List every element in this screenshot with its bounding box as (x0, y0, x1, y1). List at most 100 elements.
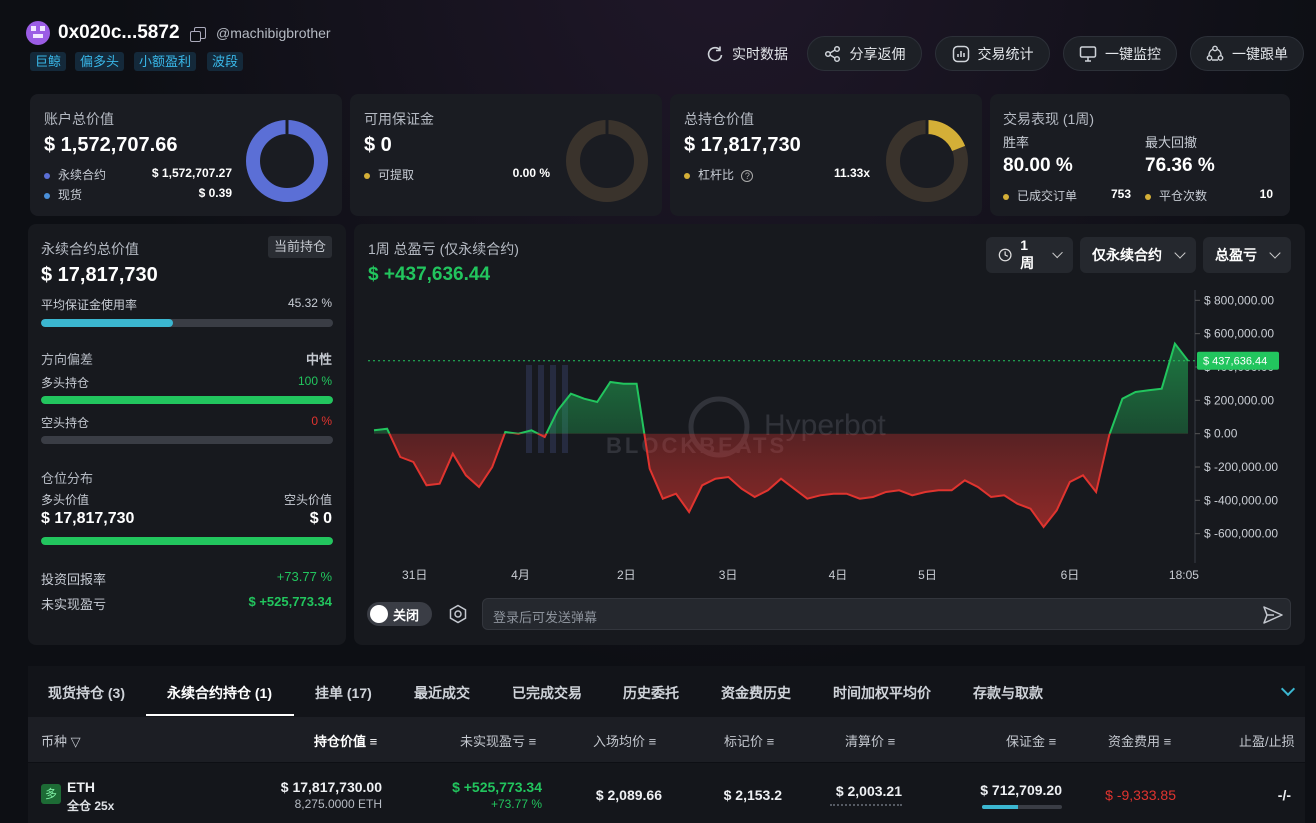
account-value: $ 1,572,707.66 (44, 134, 178, 156)
col-entry-label: 入场均价 (593, 734, 646, 749)
share-referral-button[interactable]: 分享返佣 (807, 36, 922, 71)
sort-icon: ≡ (766, 734, 775, 749)
long-value-label: 多头价值 (41, 493, 90, 507)
x-tick-label: 6日 (1061, 568, 1080, 580)
x-tick-label: 18:05 (1169, 568, 1199, 580)
copy-trade-label: 一键跟单 (1232, 45, 1288, 62)
filter-icon[interactable]: ▽ (71, 734, 81, 749)
chevron-down-icon (1174, 247, 1186, 259)
tab-open-orders[interactable]: 挂单 (17) (315, 683, 372, 703)
col-liq[interactable]: 清算价 ≡ (845, 731, 895, 750)
col-mark[interactable]: 标记价 ≡ (724, 731, 774, 750)
tab-spot-holdings[interactable]: 现货持仓 (3) (48, 683, 125, 703)
row-margin: $ 712,709.20 (980, 782, 1062, 798)
col-entry[interactable]: 入场均价 ≡ (593, 731, 656, 750)
col-tpsl: 止盈/止损 (1239, 734, 1295, 749)
realtime-data-button[interactable]: 实时数据 (700, 36, 794, 71)
row-upnl-pct: +73.77 % (490, 797, 542, 811)
scope-dropdown[interactable]: 仅永续合约 (1080, 237, 1196, 273)
col-margin-label: 保证金 (1006, 734, 1046, 749)
period-dropdown[interactable]: 1周 (986, 237, 1073, 273)
clock-icon (998, 248, 1012, 262)
coin-name[interactable]: ETH (67, 779, 95, 795)
x-tick-label: 5日 (918, 568, 937, 580)
y-tick-label: $ 800,000.00 (1204, 293, 1274, 307)
col-margin[interactable]: 保证金 ≡ (1006, 731, 1056, 750)
tag-long-bias: 偏多头 (75, 52, 125, 71)
short-position-value: 0 % (311, 414, 332, 428)
tag-whale: 巨鲸 (30, 52, 67, 71)
distribution-bar (41, 537, 333, 545)
direction-label: 方向偏差 (41, 352, 94, 367)
tab-order-history[interactable]: 历史委托 (623, 683, 679, 703)
tab-perp-holdings[interactable]: 永续合约持仓 (1) (167, 683, 272, 703)
x-tick-label: 4日 (829, 568, 848, 580)
col-coin[interactable]: 币种 ▽ (41, 731, 81, 750)
short-value-label: 空头价值 (283, 493, 332, 507)
tab-twap[interactable]: 时间加权平均价 (833, 683, 931, 703)
tab-funding-history[interactable]: 资金费历史 (721, 683, 791, 703)
col-upnl-label: 未实现盈亏 (460, 734, 526, 749)
col-upnl[interactable]: 未实现盈亏 ≡ (460, 731, 536, 750)
copy-icon[interactable] (190, 27, 206, 42)
row-tpsl[interactable]: -/- (1278, 787, 1291, 803)
margin-value: $ 0 (364, 134, 392, 156)
tag-small-profit: 小额盈利 (134, 52, 197, 71)
col-funding[interactable]: 资金费用 ≡ (1108, 731, 1171, 750)
account-value-card: 账户总价值 $ 1,572,707.66 永续合约 $ 1,572,707.27… (30, 94, 342, 216)
danmaku-input[interactable]: 登录后可发送弹幕 (482, 598, 1291, 630)
refresh-icon (707, 46, 723, 61)
pnl-chart[interactable]: BLOCKBEATS Hyperbot $ 800,000.00$ 600,00… (354, 280, 1305, 580)
toggle-label: 关闭 (393, 608, 420, 623)
info-icon[interactable]: ? (741, 170, 754, 182)
monitor-icon (1079, 45, 1097, 62)
performance-label: 交易表现 (1周) (1003, 111, 1094, 127)
roi-label: 投资回报率 (41, 572, 107, 587)
closes-dot (1145, 193, 1151, 200)
short-position-bar (41, 436, 333, 444)
share-label: 分享返佣 (849, 45, 906, 62)
long-side-badge: 多 (41, 784, 61, 804)
col-position-value[interactable]: 持仓价值 ≡ (314, 731, 377, 750)
drawdown-label: 最大回撤 (1145, 135, 1198, 150)
settings-icon[interactable] (448, 604, 468, 624)
orders-dot (1003, 193, 1009, 200)
closes-value: 10 (1259, 187, 1273, 201)
send-icon[interactable] (1262, 604, 1284, 626)
tab-completed-trades[interactable]: 已完成交易 (512, 683, 582, 703)
margin-donut (566, 120, 648, 202)
closes-label: 平仓次数 (1159, 189, 1208, 203)
col-mark-label: 标记价 (724, 734, 764, 749)
trade-stats-button[interactable]: 交易统计 (935, 36, 1050, 71)
one-click-copy-trade-button[interactable]: 一键跟单 (1190, 36, 1304, 71)
current-value-text: $ 437,636.44 (1203, 356, 1267, 368)
perp-total-label: 永续合约总价值 (41, 241, 139, 257)
distribution-label: 仓位分布 (41, 471, 94, 486)
x-tick-label: 3日 (719, 568, 738, 580)
leverage-dot (684, 172, 690, 179)
sort-icon: ≡ (1163, 734, 1172, 749)
account-donut (246, 120, 328, 202)
period-value: 1周 (1020, 237, 1035, 271)
current-position-badge[interactable]: 当前持仓 (267, 236, 332, 258)
direction-value: 中性 (305, 352, 332, 367)
tag-swing: 波段 (207, 52, 244, 71)
perp-value: $ 1,572,707.27 (151, 166, 232, 180)
sort-icon: ≡ (887, 734, 896, 749)
long-position-bar (41, 396, 333, 404)
danmaku-toggle[interactable]: 关闭 (367, 602, 432, 626)
y-tick-label: $ 200,000.00 (1204, 393, 1274, 407)
withdraw-row: 可提取 0.00 % (364, 166, 550, 183)
share-icon (824, 45, 840, 62)
metric-dropdown[interactable]: 总盈亏 (1203, 237, 1291, 273)
pnl-chart-title: 1周 总盈亏 (仅永续合约) (368, 241, 519, 257)
tab-recent-fills[interactable]: 最近成交 (414, 683, 470, 703)
orders-row: 已成交订单 753 (1003, 187, 1131, 204)
leverage-row: 杠杆比 ? 11.33x (684, 166, 870, 183)
withdraw-label: 可提取 (378, 168, 415, 182)
row-funding: $ -9,333.85 (1105, 787, 1176, 803)
col-liq-label: 清算价 (845, 734, 885, 749)
one-click-monitor-button[interactable]: 一键监控 (1063, 36, 1177, 71)
tab-deposits-withdrawals[interactable]: 存款与取款 (973, 683, 1043, 703)
perp-total-value: $ 17,817,730 (41, 264, 158, 286)
